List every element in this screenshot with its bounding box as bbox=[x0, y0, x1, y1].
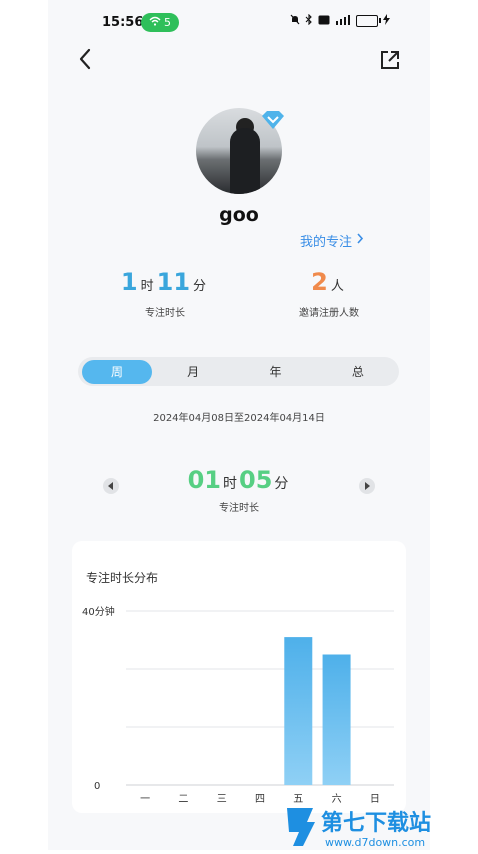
week-focus-time: 01 时05 分 bbox=[187, 466, 289, 494]
watermark-logo: 第七下载站 www.d7down.com bbox=[285, 800, 478, 850]
total-focus-label: 专注时长 bbox=[145, 308, 185, 319]
date-range: 2024年04月08日至2024年04月14日 bbox=[153, 413, 325, 424]
wifi-icon bbox=[149, 16, 161, 29]
y-tick-label: 40分钟 bbox=[82, 605, 115, 618]
bar-6 bbox=[322, 654, 351, 785]
focus-distribution-chart: 40分钟0一二三四五六日 bbox=[82, 605, 394, 805]
svg-text:www.d7down.com: www.d7down.com bbox=[325, 836, 425, 849]
x-tick-label: 四 bbox=[255, 794, 265, 805]
bar-5 bbox=[284, 637, 313, 785]
tab-total[interactable]: 总 bbox=[317, 360, 399, 384]
charging-icon bbox=[383, 14, 390, 28]
invite-label: 邀请注册人数 bbox=[299, 308, 359, 319]
my-focus-label: 我的专注 bbox=[300, 235, 353, 250]
status-icons bbox=[290, 13, 390, 28]
back-arrow-icon[interactable] bbox=[78, 48, 92, 74]
tab-year[interactable]: 年 bbox=[234, 360, 316, 384]
invite-stat: 2人 邀请注册人数 bbox=[269, 268, 389, 319]
tab-month[interactable]: 月 bbox=[152, 360, 234, 384]
wifi-count: 5 bbox=[164, 16, 171, 29]
my-focus-link[interactable]: 我的专注 bbox=[300, 231, 364, 250]
mute-icon bbox=[290, 14, 300, 28]
tab-week[interactable]: 周 bbox=[82, 359, 152, 384]
period-tabs: 周 月 年 总 bbox=[78, 357, 399, 386]
battery-icon bbox=[356, 15, 381, 27]
y-tick-label: 0 bbox=[94, 781, 100, 792]
x-tick-label: 三 bbox=[217, 794, 227, 805]
hotspot-badge: 5 bbox=[141, 13, 179, 32]
week-hours: 01 bbox=[187, 466, 221, 494]
status-time: 15:56 bbox=[102, 15, 144, 30]
username: goo bbox=[219, 204, 259, 226]
week-focus-label: 专注时长 bbox=[219, 503, 259, 514]
week-minutes: 05 bbox=[239, 466, 273, 494]
x-tick-label: 二 bbox=[178, 794, 188, 805]
signal-icon bbox=[335, 14, 351, 28]
share-icon[interactable] bbox=[380, 50, 400, 74]
app-screen: 15:56 5 goo 我的专注 1 时 11 分 专注时长 2 人 邀请注册人… bbox=[48, 0, 430, 850]
vip-diamond-icon bbox=[260, 110, 286, 134]
invite-count: 2 bbox=[311, 268, 328, 296]
total-hours: 1 bbox=[120, 268, 138, 296]
x-tick-label: 一 bbox=[140, 794, 150, 805]
total-minutes: 11 bbox=[156, 268, 191, 296]
hd-icon bbox=[318, 15, 330, 28]
status-bar: 15:56 5 bbox=[48, 0, 430, 48]
distribution-card: 专注时长分布 40分钟 0 一二三四五六日 bbox=[72, 541, 406, 813]
svg-text:第七下载站: 第七下载站 bbox=[321, 810, 431, 836]
total-focus-stat: 1 时 11 分 专注时长 bbox=[110, 268, 220, 319]
bluetooth-icon bbox=[305, 13, 313, 28]
top-nav bbox=[48, 46, 430, 76]
chevron-right-icon bbox=[356, 233, 364, 248]
